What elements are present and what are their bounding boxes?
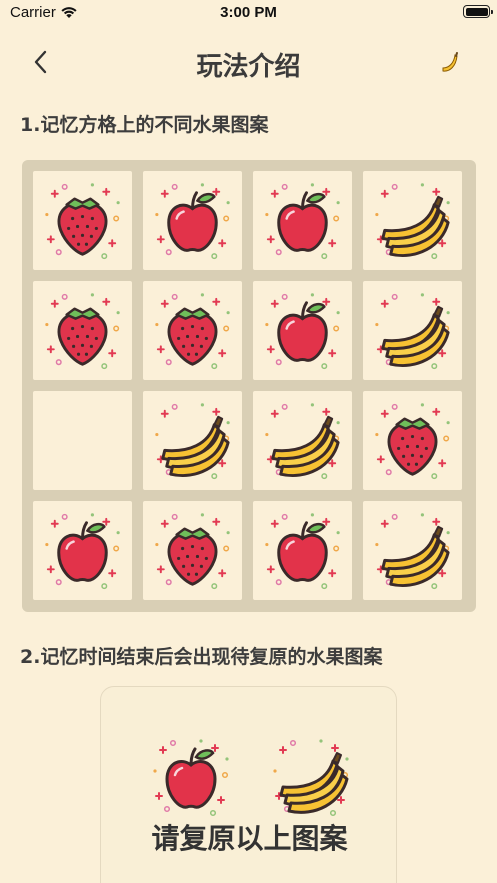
tile-banana[interactable] (253, 391, 352, 490)
apple-icon (265, 513, 340, 590)
status-bar: Carrier 3:00 PM (0, 0, 497, 28)
tile-banana[interactable] (143, 391, 242, 490)
banana-button[interactable] (437, 50, 461, 80)
tile-banana[interactable] (363, 171, 462, 270)
clock: 3:00 PM (220, 4, 277, 21)
apple-icon (265, 293, 340, 370)
tile-strawberry[interactable] (143, 281, 242, 380)
tile-banana[interactable] (363, 281, 462, 380)
apple-icon (265, 183, 340, 260)
tile-apple[interactable] (143, 171, 242, 270)
banana-icon (375, 183, 450, 260)
page-title: 玩法介绍 (196, 52, 301, 82)
strawberry-icon (45, 183, 120, 260)
tile-strawberry[interactable] (143, 501, 242, 600)
memory-board (22, 160, 476, 612)
recall-slot-banana (261, 727, 361, 827)
navigation-bar: 玩法介绍 (0, 40, 497, 84)
step-1-text: 1.记忆方格上的不同水果图案 (20, 114, 269, 136)
apple-icon (153, 739, 229, 817)
tile-empty[interactable] (33, 391, 132, 490)
banana-icon (273, 739, 349, 817)
banana-icon (265, 403, 340, 480)
step-2-text: 2.记忆时间结束后会出现待复原的水果图案 (20, 646, 383, 668)
banana-icon (375, 513, 450, 590)
tile-apple[interactable] (33, 501, 132, 600)
tile-banana[interactable] (363, 501, 462, 600)
tile-strawberry[interactable] (363, 391, 462, 490)
tile-strawberry[interactable] (33, 281, 132, 380)
tile-apple[interactable] (253, 281, 352, 380)
strawberry-icon (375, 403, 450, 480)
apple-icon (45, 513, 120, 590)
banana-icon (155, 403, 230, 480)
strawberry-icon (155, 293, 230, 370)
banana-icon (442, 52, 458, 72)
recall-slot-apple (141, 727, 241, 827)
tile-strawberry[interactable] (33, 171, 132, 270)
battery-icon (463, 5, 493, 18)
strawberry-icon (155, 513, 230, 590)
tile-apple[interactable] (253, 501, 352, 600)
recall-card: 请复原以上图案 (100, 686, 397, 883)
tile-apple[interactable] (253, 171, 352, 270)
banana-icon (375, 293, 450, 370)
apple-icon (155, 183, 230, 260)
strawberry-icon (45, 293, 120, 370)
